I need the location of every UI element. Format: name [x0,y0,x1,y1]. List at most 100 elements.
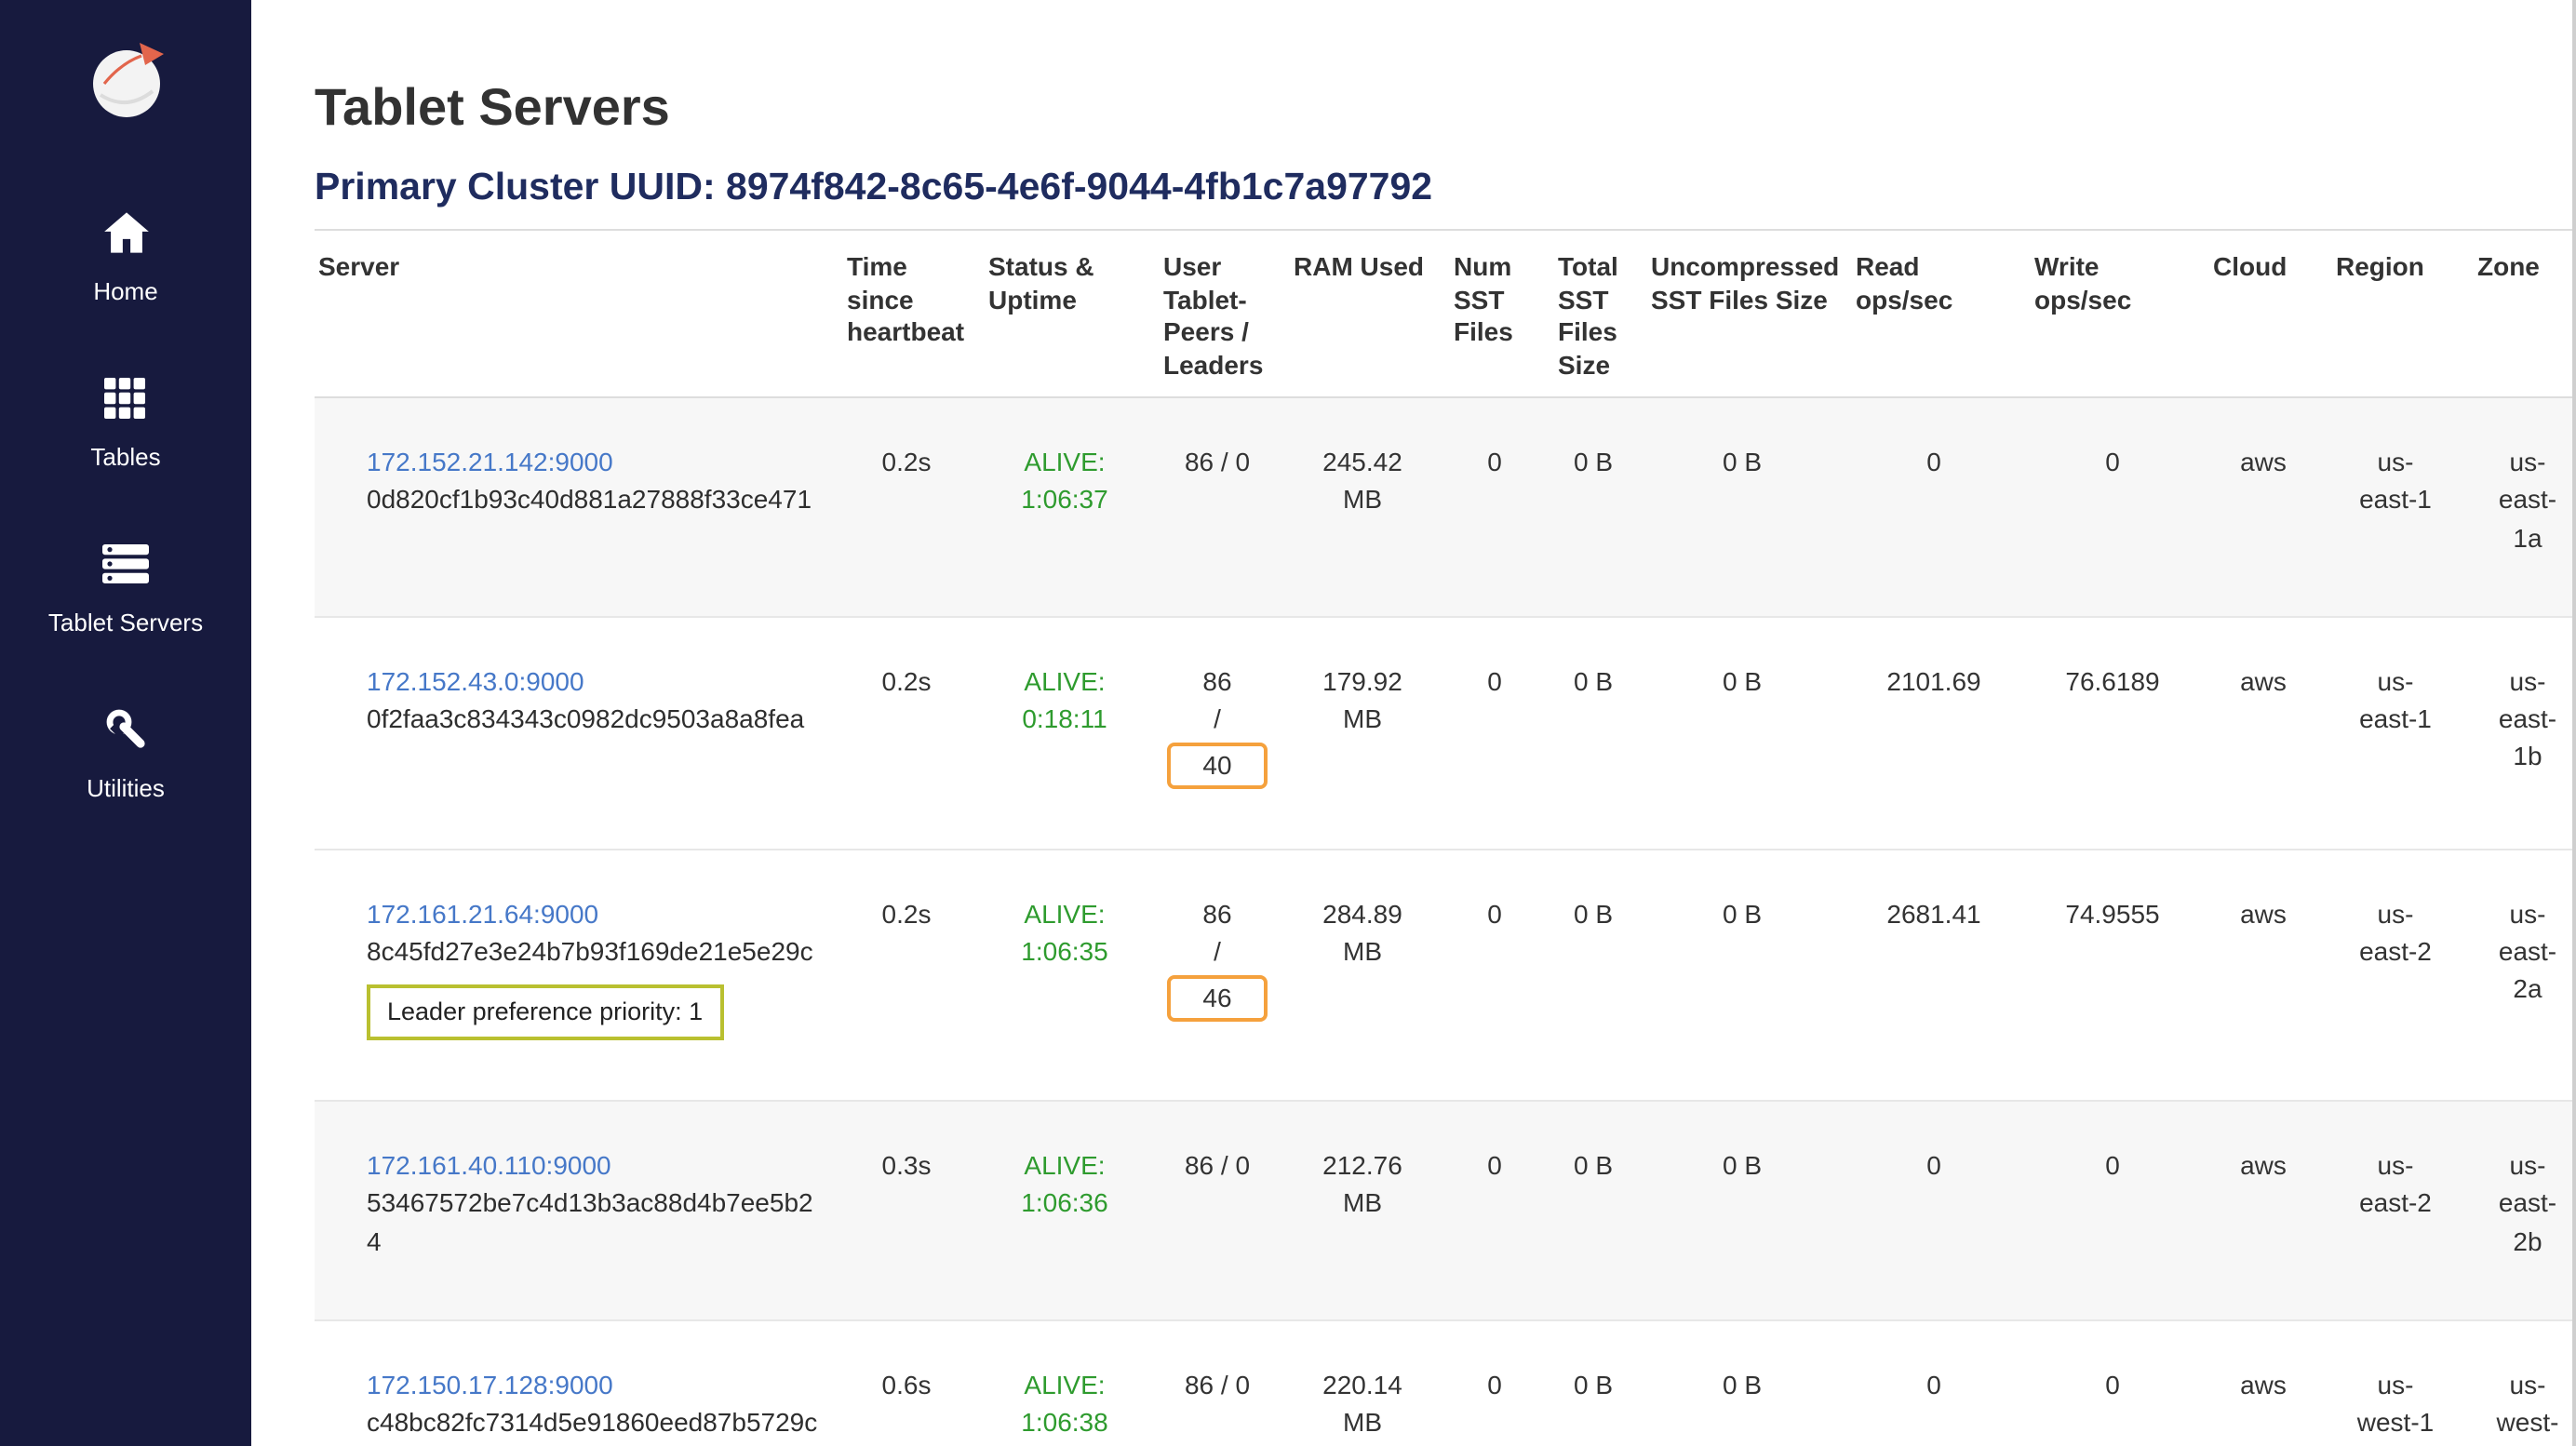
sidebar-item-tables[interactable]: Tables [90,376,160,471]
status-cell: ALIVE:0:18:11 [977,617,1152,850]
cloud-cell: aws [2202,397,2325,617]
page-title: Tablet Servers [315,78,2550,138]
peer-leader-slash: / [1167,932,1268,971]
column-header: Status & Uptime [977,230,1152,397]
region-cell: us-east-1 [2325,617,2466,850]
column-header: Cloud [2202,230,2325,397]
sidebar-item-tablet-servers[interactable]: Tablet Servers [48,542,203,636]
tablet-peers-cell: 86/40 [1152,617,1282,850]
header-row: ServerTime since heartbeatStatus & Uptim… [315,230,2576,397]
tablet-peers-stacked: 86/ 46 [1167,895,1268,1022]
table-row: 172.152.43.0:9000 0f2faa3c834343c0982dc95… [315,617,2576,850]
read-ops-cell: 0 [1845,397,2023,617]
leader-count-highlight: 46 [1167,976,1268,1022]
sidebar-item-label: Tables [90,443,160,471]
status-text: ALIVE:0:18:11 [1022,666,1107,734]
ram-used-cell: 212.76 MB [1282,1101,1442,1320]
column-header: RAM Used [1282,230,1442,397]
server-uuid: 8c45fd27e3e24b7b93f169de21e5e29c [367,932,821,971]
cloud-cell: aws [2202,1320,2325,1446]
server-uuid: 53467572be7c4d13b3ac88d4b7ee5b24 [367,1184,821,1259]
server-address-link[interactable]: 172.152.21.142:9000 [367,447,613,476]
heartbeat-cell: 0.2s [836,397,977,617]
cloud-cell: aws [2202,850,2325,1101]
heartbeat-cell: 0.3s [836,1101,977,1320]
write-ops-cell: 0 [2023,1320,2202,1446]
sidebar-item-home[interactable]: Home [93,210,157,305]
uncompressed-sst-size-cell: 0 B [1640,617,1845,850]
status-text: ALIVE:1:06:36 [1021,1150,1107,1218]
leader-preference-badge: Leader preference priority: 1 [367,985,723,1040]
sidebar: Home Tables [0,0,251,1446]
uncompressed-sst-size-cell: 0 B [1640,850,1845,1101]
server-cell: 172.152.21.142:90000d820cf1b93c40d881a27… [315,397,836,617]
sidebar-item-label: Tablet Servers [48,609,203,636]
uncompressed-sst-size-cell: 0 B [1640,397,1845,617]
server-address-link[interactable]: 172.152.43.0:9000 [367,666,584,696]
column-header: Total SST Files Size [1547,230,1640,397]
region-cell: us-east-1 [2325,397,2466,617]
main-content: Tablet Servers Primary Cluster UUID: 897… [251,0,2572,1446]
ram-used-cell: 284.89 MB [1282,850,1442,1101]
ram-used-cell: 179.92 MB [1282,617,1442,850]
status-cell: ALIVE:1:06:35 [977,850,1152,1101]
peer-count: 86 [1167,663,1268,701]
total-sst-size-cell: 0 B [1547,850,1640,1101]
server-address-link[interactable]: 172.161.40.110:9000 [367,1150,611,1180]
status-cell: ALIVE:1:06:38 [977,1320,1152,1446]
heartbeat-cell: 0.2s [836,850,977,1101]
primary-cluster-uuid-heading: Primary Cluster UUID: 8974f842-8c65-4e6f… [315,166,2550,210]
tablet-peers-cell: 86/ 46 [1152,850,1282,1101]
column-header: Read ops/sec [1845,230,2023,397]
zone-cell: us-east-2a [2466,850,2576,1101]
table-row: 172.161.21.64:90008c45fd27e3e24b7b93f169… [315,850,2576,1101]
ram-used-cell: 245.42 MB [1282,397,1442,617]
total-sst-size-cell: 0 B [1547,397,1640,617]
server-uuid: 0f2faa3c834343c0982dc9503a8a8fea [367,700,821,738]
cloud-cell: aws [2202,1101,2325,1320]
tablet-servers-page: Home Tables [0,0,2576,1446]
total-sst-size-cell: 0 B [1547,1101,1640,1320]
peer-leader-slash: / [1167,700,1268,738]
read-ops-cell: 0 [1845,1101,2023,1320]
column-header: Region [2325,230,2466,397]
region-cell: us-east-2 [2325,1101,2466,1320]
tablet-peers-cell: 86 / 0 [1152,1101,1282,1320]
sidebar-item-label: Home [93,277,157,305]
server-cell: 172.161.40.110:9000 53467572be7c4d13b3ac8… [315,1101,836,1320]
server-address-link[interactable]: 172.150.17.128:9000 [367,1370,613,1399]
sidebar-item-utilities[interactable]: Utilities [87,707,165,802]
tables-icon [103,376,148,430]
status-cell: ALIVE:1:06:36 [977,1101,1152,1320]
write-ops-cell: 74.9555 [2023,850,2202,1101]
uncompressed-sst-size-cell: 0 B [1640,1101,1845,1320]
status-text: ALIVE:1:06:37 [1021,447,1107,515]
table-row: 172.150.17.128:9000c48bc82fc7314d5e91860… [315,1320,2576,1446]
read-ops-cell: 2681.41 [1845,850,2023,1101]
column-header: Write ops/sec [2023,230,2202,397]
region-cell: us-west-1 [2325,1320,2466,1446]
sidebar-item-label: Utilities [87,774,165,802]
cloud-cell: aws [2202,617,2325,850]
tablet-servers-icon [101,542,151,596]
tservers-tbody: 172.152.21.142:90000d820cf1b93c40d881a27… [315,397,2576,1446]
column-header: Server [315,230,836,397]
status-cell: ALIVE:1:06:37 [977,397,1152,617]
num-sst-files-cell: 0 [1442,850,1547,1101]
column-header: Uncompressed SST Files Size [1640,230,1845,397]
tablet-servers-table: ServerTime since heartbeatStatus & Uptim… [315,229,2576,1446]
column-header: Num SST Files [1442,230,1547,397]
write-ops-cell: 0 [2023,397,2202,617]
num-sst-files-cell: 0 [1442,397,1547,617]
app-logo[interactable] [83,37,168,132]
num-sst-files-cell: 0 [1442,1320,1547,1446]
total-sst-size-cell: 0 B [1547,1320,1640,1446]
home-icon [101,210,150,264]
ram-used-cell: 220.14 MB [1282,1320,1442,1446]
server-address-link[interactable]: 172.161.21.64:9000 [367,899,598,929]
server-cell: 172.161.21.64:90008c45fd27e3e24b7b93f169… [315,850,836,1101]
zone-cell: us-east-1a [2466,397,2576,617]
heartbeat-cell: 0.6s [836,1320,977,1446]
total-sst-size-cell: 0 B [1547,617,1640,850]
peer-count: 86 [1167,895,1268,933]
